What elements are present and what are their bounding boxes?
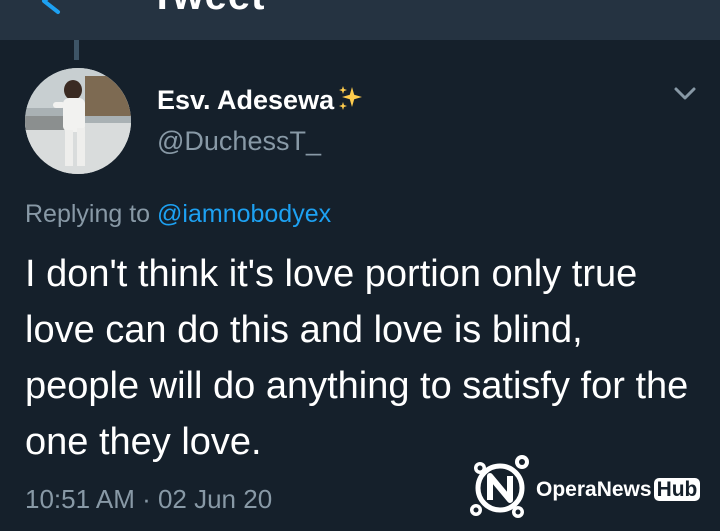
tweet-timestamp[interactable]: 10:51 AM · 02 Jun 20 [25, 484, 272, 515]
page-title: Tweet [150, 0, 265, 19]
display-name[interactable]: Esv. Adesewa [157, 84, 364, 116]
user-handle[interactable]: @DuchessT_ [157, 126, 321, 157]
replying-to-link[interactable]: @iamnobodyex [157, 200, 331, 228]
display-name-text: Esv. Adesewa [157, 85, 335, 115]
avatar[interactable] [25, 68, 131, 174]
replying-to-label: Replying to [25, 200, 151, 228]
tweet-text: I don't think it's love portion only tru… [25, 253, 689, 463]
watermark-brand: OperaNews [536, 478, 652, 501]
operanews-hub-watermark: OperaNews Hub [466, 452, 711, 522]
back-arrow-icon[interactable] [36, 0, 66, 16]
operanews-logo-icon [470, 455, 529, 518]
watermark-hub-badge: Hub [653, 478, 701, 501]
watermark-text: OperaNews Hub [536, 478, 701, 502]
avatar-photo [25, 68, 131, 174]
thread-connector-line [74, 40, 79, 60]
top-bar: Tweet [0, 0, 720, 40]
sparkles-icon [339, 86, 363, 110]
replying-to-line: Replying to @iamnobodyex [25, 200, 331, 229]
chevron-down-icon[interactable] [673, 86, 697, 102]
